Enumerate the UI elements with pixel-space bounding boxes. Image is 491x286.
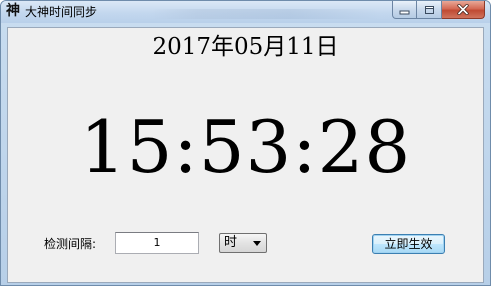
chevron-down-icon bbox=[253, 241, 261, 246]
app-window: 神 大神时间同步 2017年05月11日 15:53:28 检测间隔: 1 时 … bbox=[0, 0, 491, 286]
app-icon: 神 bbox=[6, 3, 20, 19]
window-title: 大神时间同步 bbox=[25, 5, 98, 19]
close-button[interactable] bbox=[442, 1, 485, 19]
close-icon bbox=[457, 4, 469, 15]
apply-button[interactable]: 立即生效 bbox=[372, 234, 445, 254]
title-bar-blur bbox=[151, 9, 381, 19]
minimize-button[interactable] bbox=[392, 1, 417, 19]
date-display: 2017年05月11日 bbox=[152, 34, 339, 60]
maximize-button[interactable] bbox=[417, 1, 442, 19]
maximize-icon bbox=[424, 5, 434, 14]
unit-select-value: 时 bbox=[224, 235, 238, 250]
interval-label: 检测间隔: bbox=[44, 237, 97, 251]
interval-input[interactable]: 1 bbox=[115, 232, 199, 254]
title-bar[interactable]: 神 大神时间同步 bbox=[1, 1, 490, 23]
caption-buttons bbox=[392, 1, 485, 20]
unit-select[interactable]: 时 bbox=[219, 233, 267, 253]
time-display: 15:53:28 bbox=[79, 105, 412, 189]
minimize-icon bbox=[399, 10, 410, 14]
